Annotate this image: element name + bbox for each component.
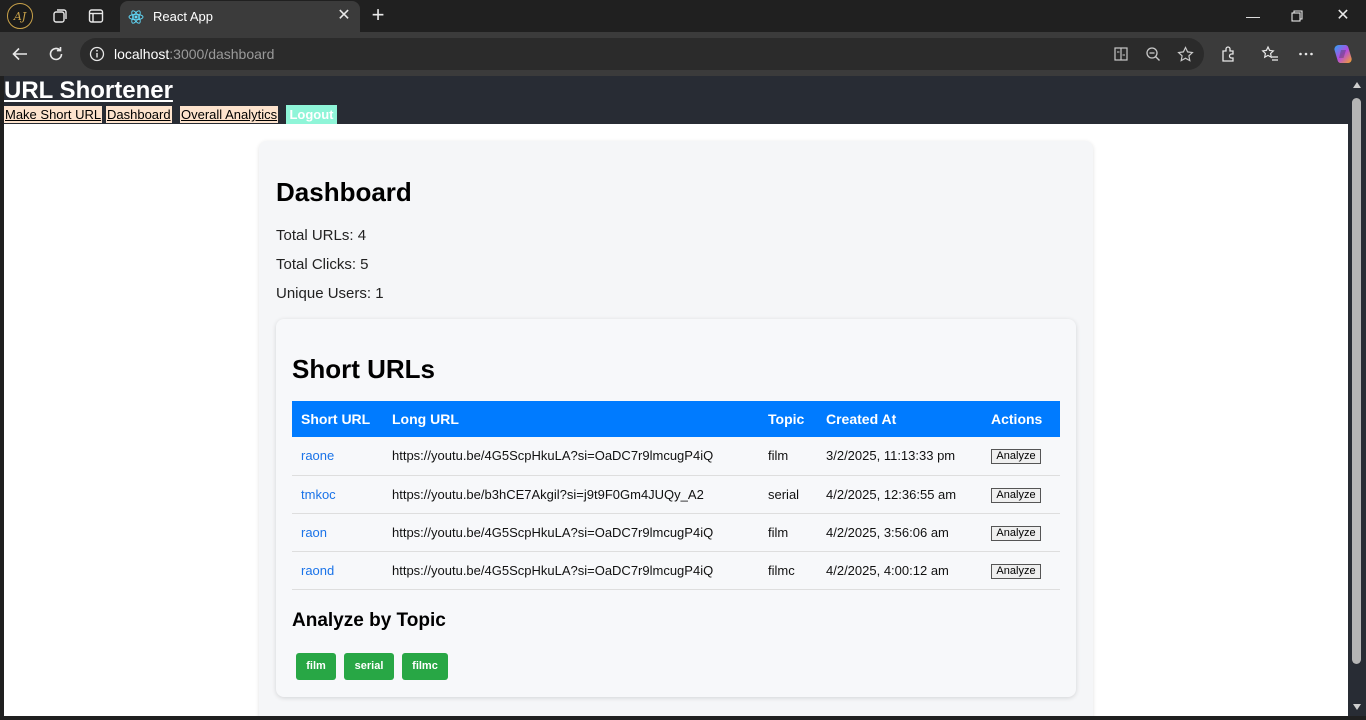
table-row: tmkoc https://youtu.be/b3hCE7Akgil?si=j9… — [292, 475, 1060, 514]
app-title-link[interactable]: URL Shortener — [4, 77, 173, 105]
nav-overall-analytics[interactable]: Overall Analytics — [180, 106, 279, 123]
col-short-url: Short URL — [292, 401, 383, 437]
col-long-url: Long URL — [383, 401, 759, 437]
nav-make-short-url[interactable]: Make Short URL — [4, 106, 103, 123]
short-url-link[interactable]: raond — [301, 563, 334, 578]
topic-cell: filmc — [759, 551, 817, 590]
url-text: localhost:3000/dashboard — [114, 46, 275, 62]
topic-cell: serial — [759, 475, 817, 514]
workspaces-icon[interactable] — [48, 4, 72, 28]
created-at-cell: 3/2/2025, 11:13:33 pm — [817, 437, 982, 476]
tab-actions-icon[interactable] — [84, 4, 108, 28]
refresh-icon[interactable] — [45, 43, 67, 65]
copilot-icon[interactable] — [1332, 43, 1354, 65]
table-row: raon https://youtu.be/4G5ScpHkuLA?si=OaD… — [292, 513, 1060, 552]
page-title: Dashboard — [276, 177, 412, 207]
total-urls-stat: Total URLs: 4 — [276, 227, 367, 244]
topic-button-filmc[interactable]: filmc — [402, 653, 448, 680]
created-at-cell: 4/2/2025, 12:36:55 am — [817, 475, 982, 514]
long-url-cell: https://youtu.be/b3hCE7Akgil?si=j9t9F0Gm… — [383, 475, 759, 514]
nav-dashboard[interactable]: Dashboard — [106, 106, 172, 123]
favorite-star-icon[interactable] — [1176, 45, 1194, 63]
browser-tab-bar: AJ React App ✕ + — ✕ — [0, 0, 1366, 32]
topic-button-serial[interactable]: serial — [344, 653, 394, 680]
created-at-cell: 4/2/2025, 3:56:06 am — [817, 513, 982, 552]
short-urls-table: Short URL Long URL Topic Created At Acti… — [292, 401, 1060, 590]
long-url-cell: https://youtu.be/4G5ScpHkuLA?si=OaDC7r9l… — [383, 437, 759, 476]
analyze-button[interactable]: Analyze — [991, 525, 1041, 541]
scroll-down-icon[interactable] — [1353, 704, 1361, 710]
short-urls-heading: Short URLs — [292, 354, 435, 384]
analyze-button[interactable]: Analyze — [991, 449, 1041, 465]
table-header-row: Short URL Long URL Topic Created At Acti… — [292, 401, 1060, 437]
logout-button[interactable]: Logout — [286, 105, 337, 124]
short-url-link[interactable]: raon — [301, 525, 327, 540]
favorites-icon[interactable] — [1259, 43, 1281, 65]
topic-cell: film — [759, 437, 817, 476]
browser-toolbar: localhost:3000/dashboard — [0, 32, 1366, 76]
tab-title: React App — [153, 9, 213, 24]
react-favicon-icon — [128, 10, 144, 24]
table-row: raond https://youtu.be/4G5ScpHkuLA?si=Oa… — [292, 551, 1060, 590]
page-scrollbar[interactable] — [1348, 76, 1366, 716]
total-clicks-stat: Total Clicks: 5 — [276, 256, 369, 273]
extensions-icon[interactable] — [1218, 43, 1240, 65]
reader-mode-icon[interactable] — [1112, 45, 1130, 63]
short-urls-panel: Short URLs Short URL Long URL Topic Crea… — [276, 319, 1076, 697]
analyze-by-topic-heading: Analyze by Topic — [292, 610, 446, 631]
unique-users-stat: Unique Users: 1 — [276, 285, 384, 302]
scrollbar-thumb[interactable] — [1352, 98, 1361, 664]
topic-cell: film — [759, 513, 817, 552]
tab-close-icon[interactable]: ✕ — [336, 8, 352, 24]
close-window-icon[interactable]: ✕ — [1333, 6, 1353, 26]
long-url-cell: https://youtu.be/4G5ScpHkuLA?si=OaDC7r9l… — [383, 513, 759, 552]
more-options-icon[interactable] — [1295, 43, 1317, 65]
topic-button-film[interactable]: film — [296, 653, 336, 680]
analyze-button[interactable]: Analyze — [991, 487, 1041, 503]
browser-tab-active[interactable]: React App ✕ — [120, 1, 360, 32]
dashboard-card: Dashboard Total URLs: 4 Total Clicks: 5 … — [259, 141, 1093, 716]
app-header: URL Shortener Make Short URL Dashboard O… — [4, 76, 1348, 124]
analyze-button[interactable]: Analyze — [991, 563, 1041, 579]
site-info-icon[interactable] — [89, 46, 105, 62]
restore-icon[interactable] — [1287, 6, 1307, 26]
created-at-cell: 4/2/2025, 4:00:12 am — [817, 551, 982, 590]
back-icon[interactable] — [9, 43, 31, 65]
zoom-out-icon[interactable] — [1144, 45, 1162, 63]
short-url-link[interactable]: tmkoc — [301, 487, 336, 502]
new-tab-icon[interactable]: + — [368, 4, 388, 28]
scroll-up-icon[interactable] — [1353, 82, 1361, 88]
table-row: raone https://youtu.be/4G5ScpHkuLA?si=Oa… — [292, 437, 1060, 476]
col-created-at: Created At — [817, 401, 982, 437]
address-bar[interactable]: localhost:3000/dashboard — [80, 38, 1204, 70]
col-actions: Actions — [982, 401, 1060, 437]
long-url-cell: https://youtu.be/4G5ScpHkuLA?si=OaDC7r9l… — [383, 551, 759, 590]
profile-avatar[interactable]: AJ — [7, 3, 33, 29]
profile-initials: AJ — [13, 9, 27, 23]
minimize-icon[interactable]: — — [1243, 6, 1263, 26]
page-viewport: URL Shortener Make Short URL Dashboard O… — [4, 76, 1348, 716]
short-url-link[interactable]: raone — [301, 448, 334, 463]
col-topic: Topic — [759, 401, 817, 437]
